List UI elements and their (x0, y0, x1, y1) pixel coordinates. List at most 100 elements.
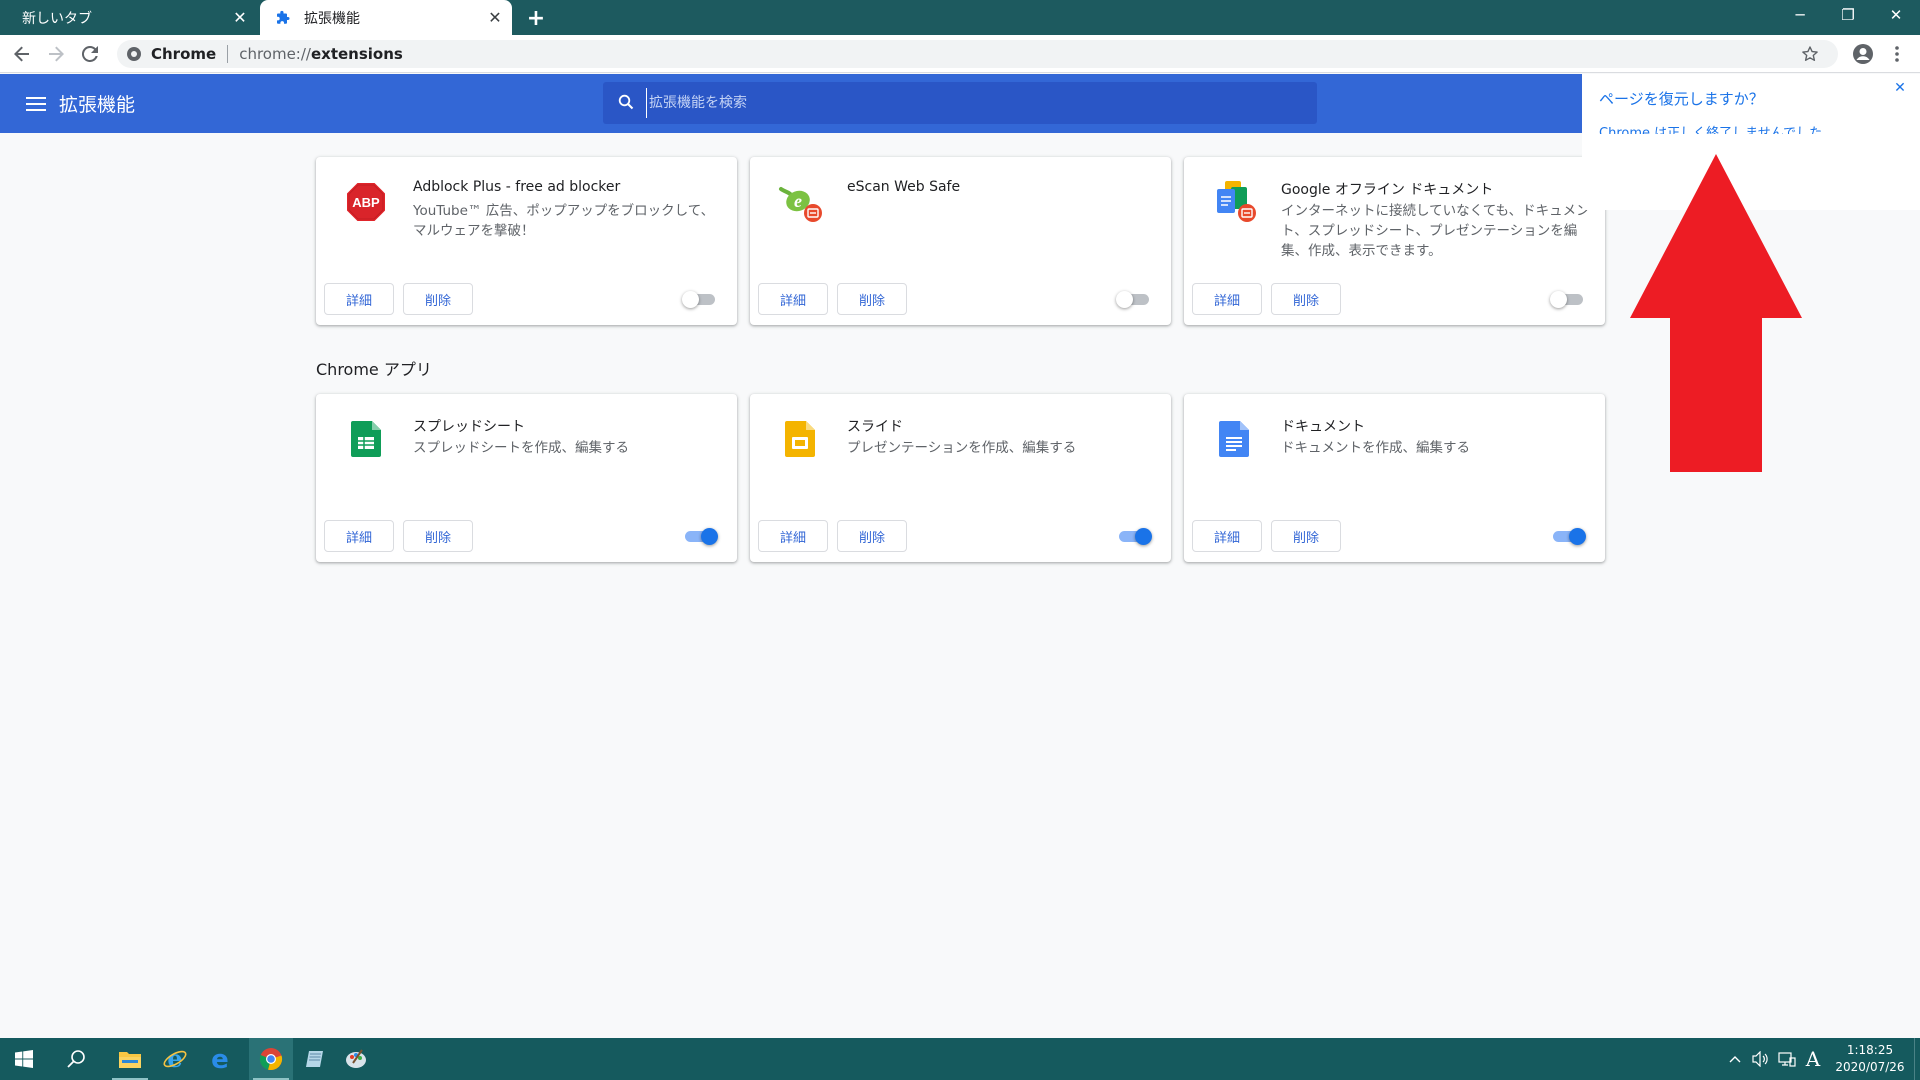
restore-message: Chrome は正しく終了しませんでした (1599, 126, 1823, 134)
extension-name: Adblock Plus - free ad blocker (413, 179, 621, 195)
restore-window-button[interactable]: ❐ (1824, 0, 1872, 30)
close-icon[interactable]: ✕ (1890, 78, 1910, 98)
origin-chip: Chrome (151, 45, 217, 63)
google-docs-offline-icon (1209, 177, 1259, 227)
red-arrow-annotation (1630, 154, 1802, 472)
windows-taskbar: e e A 1:18:25 2020/07/26 (0, 1038, 1920, 1080)
search-box[interactable] (603, 82, 1317, 124)
clock-date: 2020/07/26 (1835, 1060, 1905, 1074)
apps-list: スプレッドシート スプレッドシートを作成、編集する 詳細 削除 スライド プレゼ… (316, 394, 1605, 562)
enable-toggle[interactable] (682, 291, 717, 308)
remove-button[interactable]: 削除 (1271, 283, 1341, 315)
file-explorer-icon[interactable] (108, 1038, 152, 1080)
tab-title: 拡張機能 (304, 10, 360, 27)
address-bar[interactable]: Chrome chrome:// extensions (117, 40, 1838, 68)
reload-icon[interactable] (75, 39, 105, 69)
details-button[interactable]: 詳細 (324, 520, 394, 552)
url-scheme: chrome:// (239, 45, 311, 63)
app-card: スプレッドシート スプレッドシートを作成、編集する 詳細 削除 (316, 394, 737, 562)
remove-button[interactable]: 削除 (837, 283, 907, 315)
chrome-page-icon (126, 46, 142, 62)
clock-time: 1:18:25 (1846, 1043, 1894, 1057)
remove-button[interactable]: 削除 (837, 520, 907, 552)
extension-name: Google オフライン ドキュメント (1281, 182, 1494, 198)
app-description: プレゼンテーションを作成、編集する (847, 440, 1077, 456)
page-title: 拡張機能 (59, 94, 136, 116)
enable-toggle[interactable] (1550, 291, 1585, 308)
edge-icon[interactable]: e (198, 1038, 242, 1080)
extension-description: インターネットに接続していなくても、ドキュメント、スプレッドシート、プレゼンテー… (1281, 203, 1590, 259)
details-button[interactable]: 詳細 (1192, 283, 1262, 315)
forward-icon[interactable] (41, 39, 71, 69)
ime-indicator[interactable]: A (1800, 1047, 1826, 1071)
enable-toggle[interactable] (1117, 528, 1152, 545)
details-button[interactable]: 詳細 (1192, 520, 1262, 552)
extension-card: ABP Adblock Plus - free ad blocker YouTu… (316, 157, 737, 325)
extensions-list: ABP Adblock Plus - free ad blocker YouTu… (316, 157, 1605, 325)
app-name: ドキュメント (1281, 419, 1365, 435)
window-controls: ─ ❐ ✕ (1776, 0, 1920, 30)
puzzle-icon (274, 9, 292, 27)
tab-close-icon[interactable]: ✕ (227, 5, 253, 31)
extension-description: YouTube™ 広告、ポップアップをブロックして、マルウェアを撃破！ (413, 203, 715, 239)
tray-chevron-up-icon[interactable] (1722, 1038, 1748, 1080)
bookmark-star-icon[interactable] (1796, 40, 1824, 68)
show-desktop-button[interactable] (1914, 1038, 1920, 1080)
minimize-button[interactable]: ─ (1776, 0, 1824, 30)
app-card: ドキュメント ドキュメントを作成、編集する 詳細 削除 (1184, 394, 1605, 562)
svg-text:e: e (211, 1046, 229, 1072)
tab-extensions[interactable]: 拡張機能 ✕ (260, 0, 512, 35)
app-description: ドキュメントを作成、編集する (1281, 440, 1470, 456)
app-name: スライド (847, 419, 903, 435)
close-window-button[interactable]: ✕ (1872, 0, 1920, 30)
search-icon (618, 94, 636, 112)
omnibox-separator (227, 45, 229, 63)
app-description: スプレッドシートを作成、編集する (413, 440, 629, 456)
extension-card: e eScan Web Safe 詳細 削除 (750, 157, 1171, 325)
clock[interactable]: 1:18:25 2020/07/26 (1826, 1038, 1914, 1080)
section-title-chrome-apps: Chrome アプリ (316, 360, 432, 379)
extension-name: eScan Web Safe (847, 179, 961, 195)
browser-toolbar: Chrome chrome:// extensions (0, 35, 1920, 73)
back-icon[interactable] (7, 39, 37, 69)
details-button[interactable]: 詳細 (758, 283, 828, 315)
search-input[interactable] (646, 88, 1317, 118)
internet-explorer-icon[interactable]: e (153, 1038, 197, 1080)
profile-avatar-icon[interactable] (1848, 39, 1878, 69)
windows-start-icon[interactable] (2, 1038, 46, 1080)
tab-close-icon[interactable]: ✕ (482, 5, 508, 31)
docs-icon (1209, 414, 1259, 464)
search-icon[interactable] (54, 1038, 98, 1080)
remove-button[interactable]: 削除 (1271, 520, 1341, 552)
enable-toggle[interactable] (1116, 291, 1151, 308)
system-tray: A 1:18:25 2020/07/26 (1722, 1038, 1920, 1080)
svg-text:ABP: ABP (352, 195, 380, 210)
network-icon[interactable] (1774, 1038, 1800, 1080)
restore-title: ページを復元しますか？ (1599, 90, 1764, 108)
tab-new-tab[interactable]: 新しいタブ ✕ (0, 0, 257, 35)
details-button[interactable]: 詳細 (758, 520, 828, 552)
details-button[interactable]: 詳細 (324, 283, 394, 315)
new-tab-button[interactable]: + (522, 4, 550, 32)
svg-text:e: e (794, 191, 802, 211)
enable-toggle[interactable] (1551, 528, 1586, 545)
tab-strip: 新しいタブ ✕ 拡張機能 ✕ + ─ ❐ ✕ (0, 0, 1920, 35)
tab-title: 新しいタブ (22, 10, 92, 27)
enable-toggle[interactable] (683, 528, 718, 545)
remove-button[interactable]: 削除 (403, 520, 473, 552)
escan-icon: e (775, 177, 825, 227)
notepad-app-icon[interactable] (294, 1038, 338, 1080)
slides-icon (775, 414, 825, 464)
url-host: extensions (310, 45, 403, 63)
chrome-taskbar-icon[interactable] (249, 1038, 293, 1080)
remove-button[interactable]: 削除 (403, 283, 473, 315)
paint-app-icon[interactable] (334, 1038, 378, 1080)
hamburger-menu-icon[interactable] (22, 90, 50, 118)
extension-card: Google オフライン ドキュメント インターネットに接続していなくても、ドキ… (1184, 157, 1605, 325)
sheets-icon (341, 414, 391, 464)
volume-icon[interactable] (1748, 1038, 1774, 1080)
svg-text:e: e (167, 1046, 182, 1072)
app-card: スライド プレゼンテーションを作成、編集する 詳細 削除 (750, 394, 1171, 562)
chrome-menu-icon[interactable] (1882, 39, 1912, 69)
abp-icon: ABP (341, 177, 391, 227)
